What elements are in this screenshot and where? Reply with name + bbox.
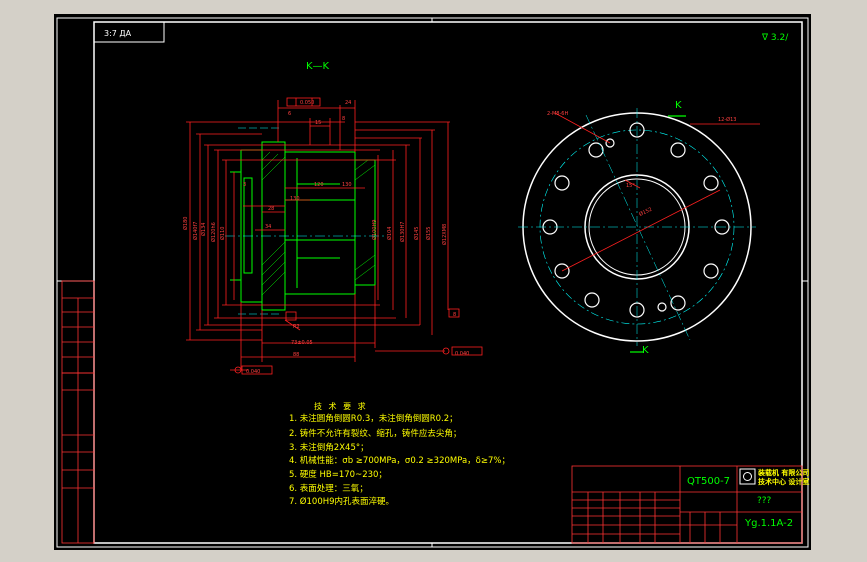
tech-note-item: 2. 铸件不允许有裂纹、缩孔，铸件应去尖角； — [289, 429, 462, 439]
svg-text:73±0.05: 73±0.05 — [291, 340, 313, 346]
svg-text:Ø155: Ø155 — [425, 227, 432, 240]
section-mark-top: K — [675, 100, 682, 111]
svg-text:28: 28 — [268, 206, 274, 212]
svg-text:Ø140f7: Ø140f7 — [192, 222, 199, 240]
drawing-number: Yg.1.1A-2 — [745, 518, 794, 529]
tech-notes-title: 技 术 要 求 — [314, 402, 368, 411]
section-view-title: K—K — [306, 61, 330, 72]
svg-text:34: 34 — [265, 224, 271, 230]
svg-text:Ø134: Ø134 — [200, 223, 207, 236]
svg-text:24: 24 — [345, 100, 351, 106]
svg-text:15: 15 — [315, 120, 321, 126]
svg-text:Ø104: Ø104 — [386, 227, 393, 240]
tech-note-item: 3. 未注倒角2X45°； — [289, 443, 369, 453]
svg-text:3: 3 — [243, 182, 246, 188]
tech-note-item: 7. Ø100H9内孔表面淬硬。 — [289, 497, 395, 507]
tech-note-item: 6. 表面处理：三氧； — [289, 484, 368, 494]
svg-text:R2: R2 — [293, 324, 300, 330]
svg-text:Ø12XM8: Ø12XM8 — [441, 224, 448, 245]
svg-text:120: 120 — [314, 182, 324, 188]
svg-text:Ø130H7: Ø130H7 — [399, 222, 406, 242]
section-mark-bottom: K — [642, 345, 649, 356]
svg-text:8: 8 — [342, 116, 345, 122]
svg-text:2-M8-6H: 2-M8-6H — [547, 111, 568, 117]
svg-text:Ø120h6: Ø120h6 — [210, 222, 217, 242]
svg-text:Ø100H9: Ø100H9 — [371, 220, 378, 240]
roughness-symbol: ∇ 3.2/ — [762, 33, 789, 43]
canvas-background — [54, 14, 811, 550]
tech-note-item: 1. 未注圆角倒圆R0.3，未注倒角倒圆R0.2； — [289, 414, 458, 424]
tech-note-item: 4. 机械性能：σb ≥700MPa，σ0.2 ≥320MPa，δ≥7%； — [289, 456, 510, 466]
top-box-text: 3:7 ДА — [104, 29, 132, 38]
svg-text:Ø180: Ø180 — [182, 217, 189, 230]
tech-note-item: 5. 硬度 HB=170~230； — [289, 470, 387, 480]
svg-text:130: 130 — [342, 182, 352, 188]
drawing-sheet: 0.050 24 15 6 8 120 130 130 34 28 73±0.0… — [54, 14, 811, 550]
svg-text:15°: 15° — [626, 183, 635, 189]
company-name-line2: 技术中心 设计室 — [758, 478, 810, 486]
part-name-field: ??? — [757, 496, 772, 506]
material-label: QT500-7 — [687, 476, 731, 487]
svg-text:Ø110: Ø110 — [219, 227, 226, 240]
svg-text:Ø145: Ø145 — [413, 227, 420, 240]
svg-text:88: 88 — [293, 352, 299, 358]
svg-text:130: 130 — [290, 196, 300, 202]
svg-text:0.040: 0.040 — [455, 351, 469, 357]
svg-text:6: 6 — [288, 111, 291, 117]
company-name-line1: 装载机 有限公司 — [758, 469, 810, 477]
svg-text:12-Ø13: 12-Ø13 — [718, 116, 736, 123]
